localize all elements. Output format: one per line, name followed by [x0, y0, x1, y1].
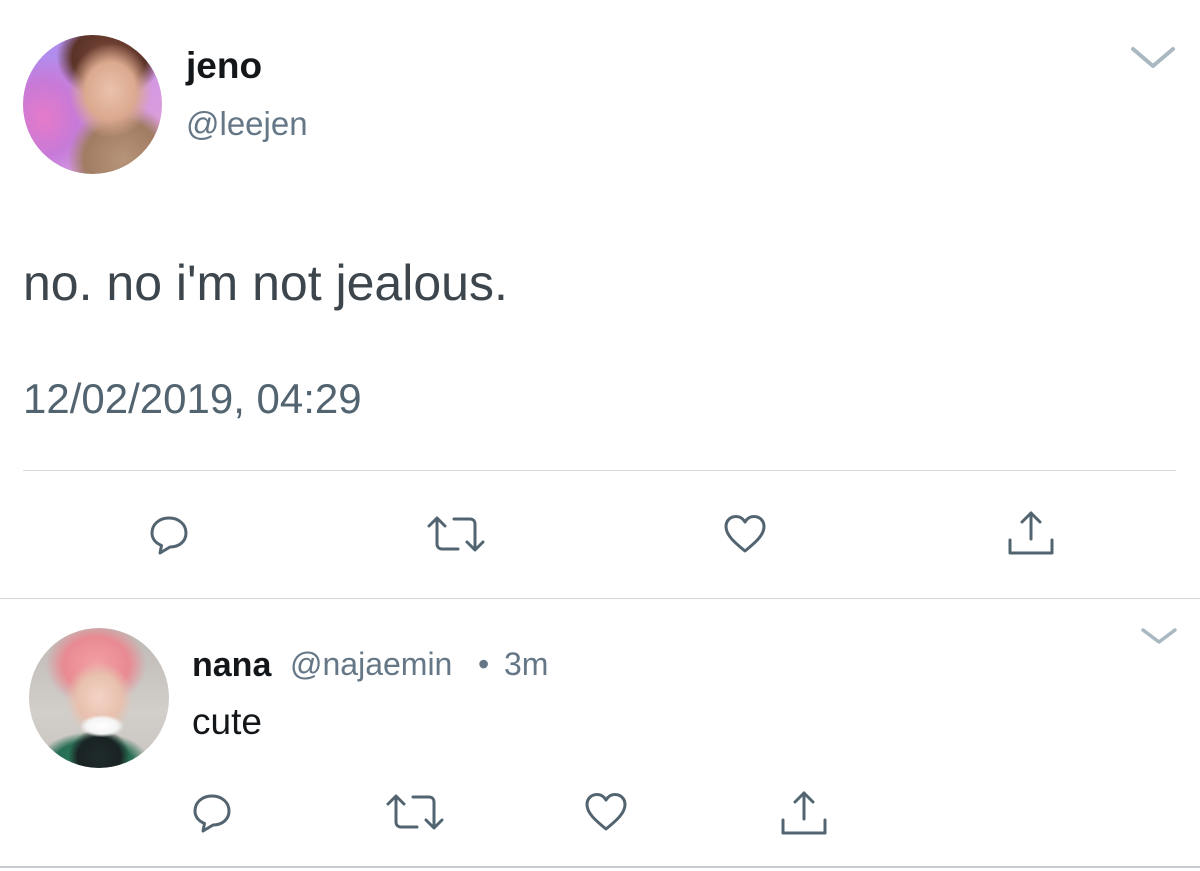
meta-separator: •: [478, 646, 490, 682]
like-icon[interactable]: [722, 513, 768, 555]
section-divider: [0, 598, 1200, 599]
main-author-handle[interactable]: @leejen: [186, 107, 308, 140]
reply-author-avatar[interactable]: [29, 628, 169, 768]
reply-icon[interactable]: [148, 514, 190, 556]
share-icon[interactable]: [778, 788, 830, 838]
retweet-icon[interactable]: [425, 512, 487, 556]
main-author-avatar[interactable]: [23, 35, 162, 174]
chevron-down-icon[interactable]: [1130, 42, 1176, 72]
share-icon[interactable]: [1005, 508, 1057, 558]
divider: [23, 470, 1176, 471]
main-tweet-timestamp: 12/02/2019, 04:29: [23, 375, 362, 422]
reply-time-ago[interactable]: 3m: [504, 648, 548, 680]
main-author-name[interactable]: jeno: [186, 47, 262, 84]
reply-author-handle[interactable]: @najaemin: [290, 648, 452, 680]
reply-icon[interactable]: [191, 792, 233, 834]
reply-tweet-text: cute: [192, 701, 262, 742]
retweet-icon[interactable]: [384, 790, 446, 834]
reply-author-name[interactable]: nana: [192, 648, 271, 682]
like-icon[interactable]: [583, 791, 629, 833]
main-tweet-text: no. no i'm not jealous.: [23, 255, 508, 311]
chevron-down-icon[interactable]: [1140, 626, 1178, 646]
divider: [0, 866, 1200, 868]
